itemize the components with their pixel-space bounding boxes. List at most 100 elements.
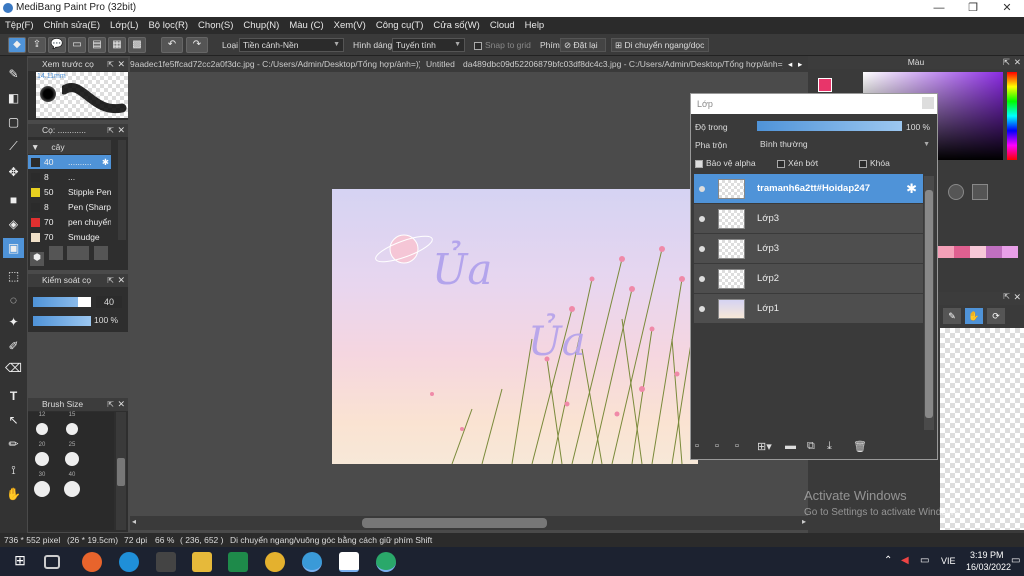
chrome-profile-icon[interactable] [302, 552, 322, 572]
visibility-icon[interactable] [699, 186, 705, 192]
text-tool-icon[interactable]: T [3, 386, 24, 406]
foreground-color-swatch[interactable] [818, 78, 832, 92]
color-tool-icon[interactable] [948, 184, 964, 200]
tab-document-2[interactable]: da489dbc09d52206879bfc03df8dc4c3.jpg - C… [463, 56, 783, 72]
layer-row[interactable]: tramanh6a2tt#Hoidap247 ✱ [694, 174, 923, 204]
layer-row[interactable]: Lớp3 [694, 234, 923, 264]
scroll-left-icon[interactable]: ◂ [132, 517, 136, 526]
close-button[interactable]: ✕ [990, 0, 1024, 17]
add-layer-menu-icon[interactable]: ⊞▾ [757, 440, 781, 456]
brush-size-cell[interactable]: 15 [58, 412, 86, 442]
brush-size-value[interactable]: 40 [96, 296, 122, 308]
delete-layer-icon[interactable]: 🗑 [853, 440, 869, 456]
close-icon[interactable]: ✕ [1014, 56, 1021, 69]
brush-opacity-slider[interactable] [33, 316, 91, 326]
menu-item-10[interactable]: Cloud [485, 17, 520, 34]
tab-scroll-right-icon[interactable]: ▸ [798, 56, 808, 72]
tab-scroll-left-icon[interactable]: ◂ [788, 56, 798, 72]
horizontal-scrollbar[interactable]: ◂ ▸ [130, 516, 810, 530]
gradient-tool-icon[interactable]: ◆ [8, 37, 26, 53]
close-icon[interactable]: ✕ [117, 58, 125, 71]
redo-icon[interactable]: ↷ [186, 37, 208, 53]
menu-item-5[interactable]: Chụp(N) [238, 17, 284, 34]
brush-settings-gear-icon[interactable]: ✱ [102, 155, 109, 169]
menu-item-9[interactable]: Cửa số(W) [428, 17, 484, 34]
brush-settings-icon[interactable] [93, 246, 108, 260]
brush-item[interactable]: 8... [28, 170, 111, 184]
rotate-icon[interactable]: ⟳ [987, 308, 1005, 324]
menu-item-3[interactable]: Bộ lọc(R) [143, 17, 193, 34]
move-tool-icon[interactable]: ✥ [3, 162, 24, 182]
tiles-icon[interactable]: ▩ [128, 37, 146, 53]
divide-tool-icon[interactable]: ✏ [3, 434, 24, 454]
select-eraser-tool-icon[interactable]: ⌫ [3, 358, 24, 378]
brush-item[interactable]: 70 pen chuyển [28, 215, 111, 229]
layer-opacity-slider[interactable] [757, 121, 902, 131]
close-icon[interactable] [922, 97, 934, 109]
menu-item-4[interactable]: Chọn(S) [193, 17, 238, 34]
protect-alpha-checkbox[interactable]: Bảo vệ alpha [695, 158, 756, 168]
maximize-button[interactable]: ❐ [956, 0, 990, 17]
chat-icon[interactable]: ▭ [68, 37, 86, 53]
gradient-tool-icon[interactable]: ▣ [3, 238, 24, 258]
medibang-icon[interactable] [339, 552, 359, 572]
speaker-icon[interactable]: ◀ [901, 555, 909, 566]
layer-row[interactable]: Lớp1 [694, 294, 923, 324]
visibility-icon[interactable] [699, 276, 705, 282]
bucket-tool-icon[interactable]: ◈ [3, 214, 24, 234]
scroll-thumb[interactable] [362, 518, 547, 528]
magic-wand-tool-icon[interactable]: ✦ [3, 312, 24, 332]
chrome-icon[interactable] [265, 552, 285, 572]
brush-size-cell[interactable]: 25 [58, 442, 86, 472]
palette-swatches[interactable] [938, 246, 1018, 258]
edge-icon[interactable] [119, 552, 139, 572]
visibility-icon[interactable] [699, 246, 705, 252]
navigator-preview[interactable] [940, 328, 1024, 530]
brush-item[interactable]: 70 Smudge [28, 230, 111, 244]
brush-item[interactable]: 8 Pen (Sharp) [28, 200, 111, 214]
undo-icon[interactable]: ↶ [161, 37, 183, 53]
layer-settings-gear-icon[interactable]: ✱ [906, 181, 917, 197]
new-8bit-layer-icon[interactable]: ▫ [735, 440, 751, 456]
brush-tool-icon[interactable]: ✎ [3, 64, 24, 84]
excel-icon[interactable] [228, 552, 248, 572]
copy-brush-icon[interactable] [67, 246, 90, 260]
snap-to-grid-checkbox[interactable]: Snap to grid [474, 40, 531, 50]
document-icon[interactable]: ▤ [88, 37, 106, 53]
brush-folder[interactable]: ▼ cây [28, 140, 111, 154]
minimize-button[interactable]: — [922, 0, 956, 17]
canvas[interactable]: Ủa Ủa [332, 189, 698, 464]
language-indicator[interactable]: VIE [941, 556, 956, 566]
brush-list-scrollbar[interactable] [118, 140, 126, 240]
menu-item-11[interactable]: Help [520, 17, 550, 34]
scroll-right-icon[interactable]: ▸ [802, 517, 806, 526]
pen-icon[interactable]: ✎ [943, 308, 961, 324]
reset-button[interactable]: ⊘ Đặt lại [560, 38, 606, 52]
brush-item[interactable]: 50 Stipple Pen [28, 185, 111, 199]
eyedropper-tool-icon[interactable]: ⟟ [3, 460, 24, 480]
layer-row[interactable]: Lớp2 [694, 264, 923, 294]
notification-icon[interactable]: ▭ [1011, 555, 1020, 566]
menu-item-7[interactable]: Xem(V) [329, 17, 371, 34]
menu-item-0[interactable]: Tệp(F) [0, 17, 39, 34]
task-view-icon[interactable] [44, 555, 60, 569]
layer-scrollbar[interactable] [924, 176, 934, 430]
store-icon[interactable] [156, 552, 176, 572]
brush-size-cell[interactable]: 20 [28, 442, 56, 472]
file-explorer-icon[interactable] [192, 552, 212, 572]
comment-icon[interactable]: 💬 [48, 37, 66, 53]
lasso-tool-icon[interactable]: ◌ [3, 290, 24, 310]
layer-row[interactable]: Lớp3 [694, 204, 923, 234]
close-icon[interactable]: ✕ [117, 274, 125, 287]
menu-item-8[interactable]: Công cụ(T) [371, 17, 429, 34]
visibility-icon[interactable] [699, 306, 705, 312]
new-halftone-layer-icon[interactable]: ▫ [715, 440, 731, 456]
select-pen-tool-icon[interactable]: ✐ [3, 336, 24, 356]
shape-select[interactable]: Tuyến tính ▼ [392, 38, 465, 52]
type-select[interactable]: Tiền cảnh-Nền ▼ [239, 38, 344, 52]
start-icon[interactable]: ⊞ [10, 552, 30, 572]
duplicate-layer-icon[interactable]: ⧉ [807, 440, 823, 456]
brush-size-cell[interactable]: 40 [58, 472, 86, 502]
fill-rect-tool-icon[interactable]: ■ [3, 190, 24, 210]
operation-tool-icon[interactable]: ↖ [3, 410, 24, 430]
